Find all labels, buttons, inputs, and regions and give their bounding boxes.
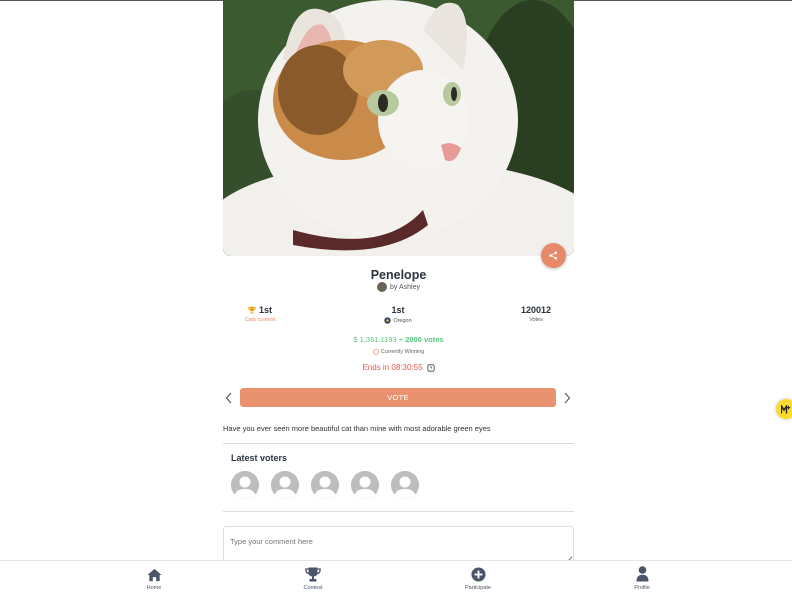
state-flag-icon (384, 317, 391, 324)
state-rank-value: 1st (391, 305, 405, 315)
owner-name: by Ashley (390, 283, 420, 291)
voter-avatar[interactable] (311, 471, 339, 499)
nav-participate[interactable]: Participate (448, 566, 508, 591)
latest-voters-heading: Latest voters (231, 453, 288, 463)
user-icon (636, 566, 648, 582)
nav-contest[interactable]: Contest (283, 566, 343, 591)
trophy-icon (305, 567, 321, 582)
next-entry-button[interactable] (560, 390, 574, 406)
stat-state-rank: 1st Oregon (353, 305, 443, 324)
latest-voters-list (231, 471, 419, 499)
cats-rank-label: Cats contest (244, 317, 276, 323)
owner-byline[interactable]: by Ashley (223, 282, 574, 292)
nav-home[interactable]: Home (124, 566, 184, 591)
nav-participate-label: Participate (465, 585, 491, 591)
winning-status-text: Currently Winning (380, 349, 425, 355)
voter-avatar[interactable] (351, 471, 379, 499)
plus-circle-icon (470, 567, 486, 582)
avatar-placeholder-icon (391, 471, 419, 499)
voter-avatar[interactable] (231, 471, 259, 499)
contest-countdown: Ends in 08:30:55 (223, 363, 574, 372)
divider (223, 511, 574, 512)
divider (223, 443, 574, 444)
previous-entry-button[interactable] (222, 390, 236, 406)
chevron-left-icon (225, 392, 232, 404)
stat-cats-rank: 1st Cats contest (215, 305, 305, 323)
nav-profile[interactable]: Profile (612, 566, 672, 591)
entry-description: Have you ever seen more beautiful cat th… (223, 424, 491, 433)
countdown-text: Ends in 08:30:55 (362, 363, 423, 372)
assistant-badge-icon (781, 404, 791, 413)
status-circle-icon (372, 349, 379, 355)
bottom-navigation: Home Contest Participate Profile (0, 560, 792, 595)
pet-photo (223, 0, 574, 256)
nav-home-label: Home (146, 585, 162, 591)
avatar-placeholder-icon (231, 471, 259, 499)
voter-avatar[interactable] (391, 471, 419, 499)
share-icon (549, 251, 558, 260)
prize-plus: + (396, 335, 406, 344)
prize-line: $ 1,351.1193 + 2000 votes (223, 335, 574, 344)
assistant-badge[interactable] (776, 399, 792, 419)
voter-avatar[interactable] (271, 471, 299, 499)
votes-label: Votes (529, 317, 543, 323)
vote-button[interactable]: VOTE (240, 388, 556, 407)
chevron-right-icon (564, 392, 571, 404)
stat-votes: 120012 Votes (491, 305, 581, 323)
pet-name: Penelope (370, 268, 427, 282)
avatar-placeholder-icon (351, 471, 379, 499)
share-button[interactable] (541, 243, 566, 268)
avatar-placeholder-icon (271, 471, 299, 499)
trophy-icon (248, 306, 256, 314)
winning-status: Currently Winning (223, 349, 574, 355)
owner-avatar (377, 282, 388, 292)
nav-contest-label: Contest (303, 585, 323, 591)
clock-icon (426, 363, 435, 372)
home-icon (146, 568, 162, 582)
state-label: Oregon (393, 317, 412, 324)
cats-rank-value: 1st (258, 305, 272, 315)
prize-votes: 2000 votes (405, 335, 444, 344)
nav-profile-label: Profile (634, 585, 650, 591)
avatar-placeholder-icon (311, 471, 339, 499)
prize-amount: $ 1,351.1193 (353, 335, 397, 344)
votes-count: 120012 (520, 305, 552, 315)
